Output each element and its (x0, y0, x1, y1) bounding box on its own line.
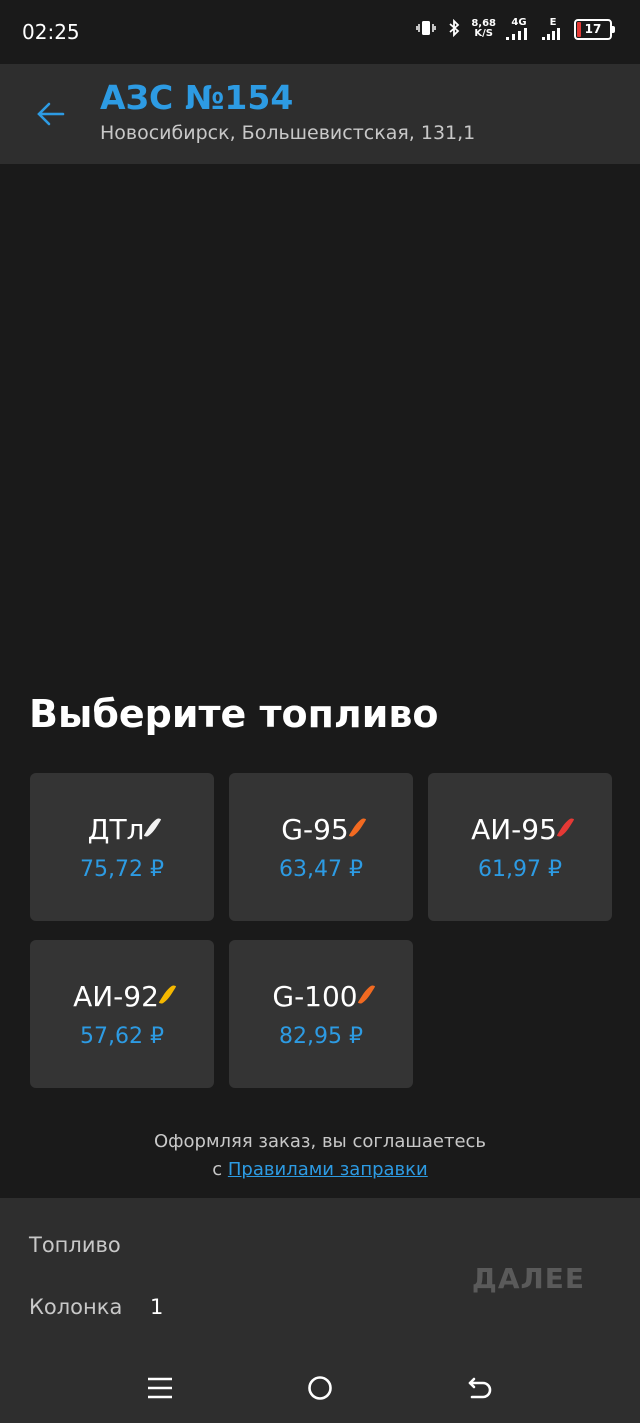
signal-e-icon: E (542, 18, 564, 40)
fuel-name-row: ДТл (30, 813, 214, 846)
signal-4g-icon: 4G (506, 18, 532, 40)
agreement-line: Оформляя заказ, вы соглашаетесь (153, 1131, 487, 1152)
fuel-name-row: G-100 (229, 980, 413, 1013)
status-time: 02:25 (22, 20, 80, 44)
fuel-name: АИ-92 (73, 980, 159, 1013)
fuel-drop-icon (357, 984, 375, 1005)
status-bar: 02:25 8,68 K/S 4G E 17 (0, 0, 640, 64)
net-speed-unit: K/S (474, 28, 493, 39)
fuel-tile-ai92[interactable]: АИ-92 57,62 ₽ (30, 940, 214, 1088)
network-type: 4G (511, 17, 527, 28)
fuel-name: ДТл (87, 813, 145, 846)
back-icon[interactable] (463, 1371, 497, 1405)
fuel-name-row: G-95 (229, 813, 413, 846)
system-nav-bar (0, 1353, 640, 1423)
agreement-text: Оформляя заказ, вы соглашаетесь с Правил… (0, 1128, 640, 1184)
station-title: АЗС №154 (100, 78, 294, 117)
fuel-drop-icon (556, 817, 575, 838)
fuel-name-row: АИ-92 (30, 980, 214, 1013)
fuel-price: 82,95 ₽ (279, 1024, 363, 1049)
network-type-2: E (549, 17, 557, 28)
battery-icon: 17 (574, 18, 615, 40)
fuel-label: Топливо (29, 1233, 121, 1257)
fuel-price: 61,97 ₽ (478, 857, 562, 882)
home-icon[interactable] (303, 1371, 337, 1405)
fuel-name: G-100 (272, 980, 358, 1013)
fuel-price: 75,72 ₽ (80, 857, 164, 882)
fuel-drop-icon (348, 817, 367, 838)
back-arrow-icon[interactable] (34, 98, 66, 130)
station-address: Новосибирск, Большевистская, 131,1 (100, 122, 476, 144)
pump-label: Колонка (29, 1295, 123, 1319)
fuel-name: G-95 (281, 813, 349, 846)
fuel-price: 57,62 ₽ (80, 1024, 164, 1049)
vibrate-icon (415, 19, 437, 40)
refueling-rules-link[interactable]: Правилами заправки (228, 1159, 428, 1180)
section-title: Выберите топливо (29, 692, 439, 736)
app-header: АЗС №154 Новосибирск, Большевистская, 13… (0, 64, 640, 164)
fuel-price: 63,47 ₽ (279, 857, 363, 882)
battery-level: 17 (584, 22, 602, 36)
fuel-drop-icon (144, 817, 162, 838)
status-icons: 8,68 K/S 4G E 17 (415, 18, 615, 40)
fuel-tile-dtl[interactable]: ДТл 75,72 ₽ (30, 773, 214, 921)
fuel-tile-g95[interactable]: G-95 63,47 ₽ (229, 773, 413, 921)
net-speed: 8,68 K/S (471, 19, 496, 39)
fuel-drop-icon (158, 984, 177, 1005)
agreement-prefix: с (212, 1159, 228, 1180)
bluetooth-icon (447, 18, 461, 40)
next-button[interactable]: ДАЛЕЕ (472, 1262, 585, 1295)
fuel-name: АИ-95 (471, 813, 557, 846)
fuel-tile-ai95[interactable]: АИ-95 61,97 ₽ (428, 773, 612, 921)
order-summary-panel: Топливо Колонка 1 ДАЛЕЕ (0, 1198, 640, 1423)
menu-icon[interactable] (143, 1371, 177, 1405)
pump-value: 1 (150, 1295, 164, 1319)
fuel-name-row: АИ-95 (428, 813, 612, 846)
fuel-tile-g100[interactable]: G-100 82,95 ₽ (229, 940, 413, 1088)
